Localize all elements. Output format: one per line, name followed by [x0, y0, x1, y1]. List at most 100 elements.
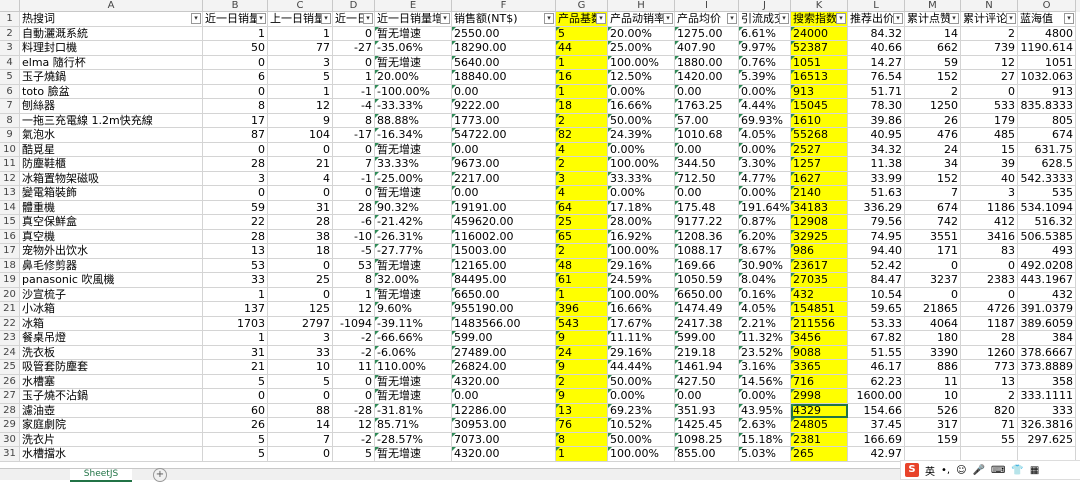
- table-cell[interactable]: 59: [203, 200, 268, 215]
- table-cell[interactable]: 洗衣板: [20, 345, 203, 360]
- table-cell[interactable]: 1: [203, 331, 268, 346]
- table-cell[interactable]: 鼻毛修剪器: [20, 258, 203, 273]
- table-cell[interactable]: 0: [961, 287, 1018, 302]
- table-cell[interactable]: 13: [203, 244, 268, 259]
- sogou-icon[interactable]: S: [905, 463, 919, 477]
- table-cell[interactable]: -2: [333, 331, 375, 346]
- table-cell[interactable]: 5640.00: [452, 55, 556, 70]
- table-cell[interactable]: 391.0379: [1018, 302, 1076, 317]
- table-cell[interactable]: -17: [333, 128, 375, 143]
- column-header-f[interactable]: F: [452, 0, 556, 12]
- table-cell[interactable]: 4: [556, 142, 608, 157]
- table-cell[interactable]: 0: [333, 389, 375, 404]
- table-cell[interactable]: 59: [905, 55, 961, 70]
- table-cell[interactable]: 88: [268, 403, 333, 418]
- table-cell[interactable]: 10.54: [848, 287, 905, 302]
- punctuation-icon[interactable]: •,: [941, 465, 950, 476]
- table-cell[interactable]: 暂无增速: [375, 374, 452, 389]
- table-cell[interactable]: 64: [556, 200, 608, 215]
- filter-dropdown-icon[interactable]: ▾: [893, 13, 903, 24]
- table-cell[interactable]: 1098.25: [675, 432, 739, 447]
- table-cell[interactable]: 71: [961, 418, 1018, 433]
- table-cell[interactable]: 955190.00: [452, 302, 556, 317]
- filter-dropdown-icon[interactable]: ▾: [836, 13, 846, 24]
- table-cell[interactable]: 16513: [791, 70, 848, 85]
- table-cell[interactable]: elma 隨行杯: [20, 55, 203, 70]
- row-number[interactable]: 12: [0, 171, 20, 186]
- table-cell[interactable]: 冰箱: [20, 316, 203, 331]
- table-cell[interactable]: 40: [961, 171, 1018, 186]
- table-cell[interactable]: 493: [1018, 244, 1076, 259]
- table-cell[interactable]: 53.33: [848, 316, 905, 331]
- keyboard-icon[interactable]: ⌨: [991, 465, 1005, 476]
- table-cell[interactable]: -16.34%: [375, 128, 452, 143]
- row-number[interactable]: 2: [0, 26, 20, 41]
- table-cell[interactable]: 3: [556, 171, 608, 186]
- table-cell[interactable]: 玉子燒不沾鍋: [20, 389, 203, 404]
- column-header-b[interactable]: B: [203, 0, 268, 12]
- table-cell[interactable]: -1: [333, 171, 375, 186]
- table-cell[interactable]: 358: [1018, 374, 1076, 389]
- header-cell[interactable]: 引流成交 ▾: [739, 12, 791, 27]
- row-number[interactable]: 26: [0, 374, 20, 389]
- table-cell[interactable]: 2: [556, 113, 608, 128]
- table-cell[interactable]: 10.52%: [608, 418, 675, 433]
- table-cell[interactable]: 12: [333, 302, 375, 317]
- table-cell[interactable]: 4726: [961, 302, 1018, 317]
- table-cell[interactable]: 805: [1018, 113, 1076, 128]
- table-cell[interactable]: 0: [203, 186, 268, 201]
- header-cell[interactable]: 近一日销量 ▾: [203, 12, 268, 27]
- table-cell[interactable]: 18290.00: [452, 41, 556, 56]
- table-cell[interactable]: 2797: [268, 316, 333, 331]
- table-cell[interactable]: -10: [333, 229, 375, 244]
- table-cell[interactable]: 2.21%: [739, 316, 791, 331]
- table-cell[interactable]: 12286.00: [452, 403, 556, 418]
- table-cell[interactable]: 28: [333, 200, 375, 215]
- table-cell[interactable]: -66.66%: [375, 331, 452, 346]
- table-cell[interactable]: 378.6667: [1018, 345, 1076, 360]
- table-cell[interactable]: 2381: [791, 432, 848, 447]
- table-cell[interactable]: 餐桌吊燈: [20, 331, 203, 346]
- table-cell[interactable]: 427.50: [675, 374, 739, 389]
- table-cell[interactable]: 599.00: [675, 331, 739, 346]
- table-cell[interactable]: 485: [961, 128, 1018, 143]
- table-cell[interactable]: 526: [905, 403, 961, 418]
- table-cell[interactable]: 171: [905, 244, 961, 259]
- table-cell[interactable]: 59.65: [848, 302, 905, 317]
- table-cell[interactable]: -28.57%: [375, 432, 452, 447]
- table-cell[interactable]: 1: [556, 55, 608, 70]
- table-cell[interactable]: 0.16%: [739, 287, 791, 302]
- add-sheet-button[interactable]: +: [153, 468, 167, 482]
- table-cell[interactable]: 暂无增速: [375, 287, 452, 302]
- header-cell[interactable]: 累计评论 ▾: [961, 12, 1018, 27]
- table-cell[interactable]: 11.11%: [608, 331, 675, 346]
- table-cell[interactable]: 13: [961, 374, 1018, 389]
- table-cell[interactable]: -6.06%: [375, 345, 452, 360]
- table-cell[interactable]: 9673.00: [452, 157, 556, 172]
- table-cell[interactable]: 0: [268, 142, 333, 157]
- table-cell[interactable]: -6: [333, 215, 375, 230]
- table-cell[interactable]: 2: [961, 389, 1018, 404]
- header-cell[interactable]: 推荐出价 ▾: [848, 12, 905, 27]
- table-cell[interactable]: 26: [905, 113, 961, 128]
- header-cell[interactable]: 产品基数 ▾: [556, 12, 608, 27]
- table-cell[interactable]: 9177.22: [675, 215, 739, 230]
- table-cell[interactable]: 50.00%: [608, 374, 675, 389]
- table-cell[interactable]: 0: [905, 258, 961, 273]
- row-number[interactable]: 6: [0, 84, 20, 99]
- table-cell[interactable]: 492.0208: [1018, 258, 1076, 273]
- table-cell[interactable]: 913: [791, 84, 848, 99]
- table-cell[interactable]: 28.00%: [608, 215, 675, 230]
- table-cell[interactable]: 1190.614: [1018, 41, 1076, 56]
- row-number[interactable]: 9: [0, 128, 20, 143]
- table-cell[interactable]: 100.00%: [608, 55, 675, 70]
- table-cell[interactable]: 暂无增速: [375, 258, 452, 273]
- table-cell[interactable]: 0.00: [675, 142, 739, 157]
- table-cell[interactable]: 17.18%: [608, 200, 675, 215]
- table-cell[interactable]: 27: [961, 70, 1018, 85]
- table-cell[interactable]: panasonic 吹風機: [20, 273, 203, 288]
- table-cell[interactable]: 40.66: [848, 41, 905, 56]
- table-cell[interactable]: 1187: [961, 316, 1018, 331]
- table-cell[interactable]: 542.3333: [1018, 171, 1076, 186]
- table-cell[interactable]: 4.77%: [739, 171, 791, 186]
